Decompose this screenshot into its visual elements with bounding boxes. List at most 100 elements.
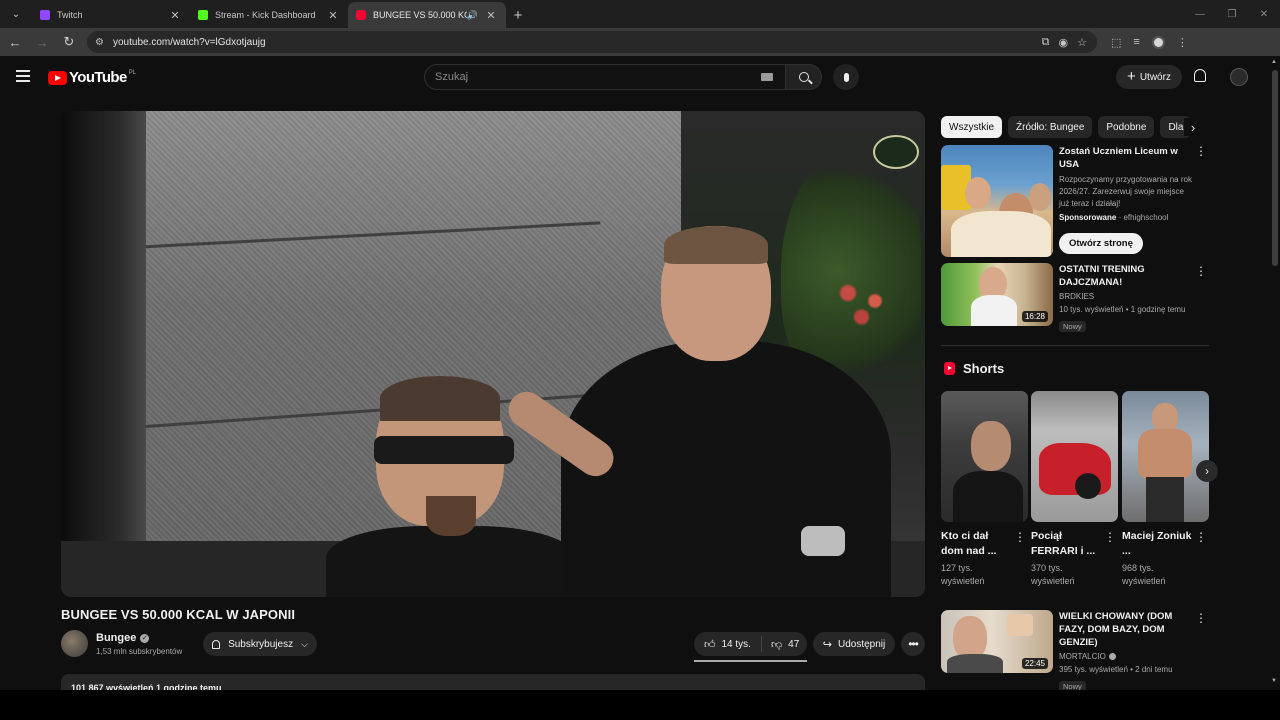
back-button[interactable]: ←: [3, 30, 27, 54]
video-title: BUNGEE VS 50.000 KCAL W JAPONII: [61, 607, 296, 622]
channel-name[interactable]: BRDKIES: [1059, 290, 1195, 303]
sponsored-ad[interactable]: Zostań Uczniem Liceum w USA Rozpoczynamy…: [941, 145, 1209, 257]
like-count: 14 tys.: [721, 638, 751, 650]
ad-description: Rozpoczynamy przygotowania na rok 2026/2…: [1059, 175, 1192, 208]
thumbs-down-icon: 👎︎: [770, 638, 783, 651]
short-views: 968 tys. wyświetleń: [1122, 563, 1166, 586]
channel-name-row[interactable]: Bungee ✓: [96, 632, 150, 644]
keyboard-icon[interactable]: [761, 73, 773, 81]
tab-twitch[interactable]: Twitch ✕: [32, 2, 190, 28]
scroll-up-icon[interactable]: ▲: [1271, 59, 1277, 65]
chevron-right-icon[interactable]: ›: [1196, 460, 1218, 482]
tab-youtube-video[interactable]: BUNGEE VS 50.000 KCAL W 🔊 ✕: [348, 2, 506, 28]
bookmark-star-icon[interactable]: ☆: [1077, 36, 1087, 49]
video-info: OSTATNI TRENING DAJCZMANA! BRDKIES 10 ty…: [1059, 263, 1195, 334]
short-item[interactable]: Pociął FERRARI i ... 370 tys. wyświetleń…: [1031, 391, 1118, 588]
verified-check-icon: ✓: [140, 633, 150, 643]
address-bar[interactable]: ⚙ youtube.com/watch?v=lGdxotjaujg ⧉ ◉ ☆: [87, 31, 1097, 53]
divider: [941, 345, 1209, 346]
reload-button[interactable]: ↻: [57, 30, 81, 54]
video-frame-person: [326, 376, 576, 597]
video-thumbnail[interactable]: 16:28: [941, 263, 1053, 326]
site-info-icon[interactable]: ⚙: [95, 37, 109, 48]
voice-search-button[interactable]: [833, 64, 859, 90]
scroll-down-icon[interactable]: ▼: [1271, 678, 1277, 684]
search-input[interactable]: Szukaj: [424, 64, 786, 90]
tab-search-dropdown[interactable]: ⌄: [4, 2, 28, 26]
create-button[interactable]: + Utwórz: [1116, 65, 1182, 89]
account-avatar[interactable]: [1230, 68, 1248, 86]
ad-menu-icon[interactable]: ⋮: [1195, 145, 1207, 157]
like-button[interactable]: 👍︎ 14 tys.: [694, 636, 762, 652]
open-page-button[interactable]: Otwórz stronę: [1059, 233, 1143, 254]
ad-thumbnail[interactable]: [941, 145, 1053, 257]
video-menu-icon[interactable]: ⋮: [1195, 612, 1207, 624]
video-duration: 16:28: [1021, 311, 1048, 322]
short-item[interactable]: Maciej Zoniuk ... 968 tys. wyświetleń ⋮: [1122, 391, 1209, 588]
tab-kick-dashboard[interactable]: Stream - Kick Dashboard ✕: [190, 2, 348, 28]
bell-icon: [212, 639, 221, 649]
recommended-video[interactable]: 16:28 OSTATNI TRENING DAJCZMANA! BRDKIES…: [941, 263, 1209, 332]
restore-icon[interactable]: ❐: [1216, 0, 1248, 28]
short-menu-icon[interactable]: ⋮: [1195, 531, 1207, 543]
profile-avatar-icon[interactable]: [1151, 35, 1165, 49]
channel-name[interactable]: Bungee: [96, 632, 136, 644]
advertiser-name: efhighschool: [1123, 213, 1169, 222]
short-thumbnail[interactable]: [941, 391, 1028, 522]
subscribed-button[interactable]: Subskrybujesz ⌵: [203, 632, 317, 656]
short-menu-icon[interactable]: ⋮: [1104, 531, 1116, 543]
video-menu-icon[interactable]: ⋮: [1195, 265, 1207, 277]
browser-menu-icon[interactable]: ⋮: [1177, 36, 1188, 49]
close-tab-icon[interactable]: ✕: [168, 9, 182, 22]
short-thumbnail[interactable]: [1122, 391, 1209, 522]
channel-avatar[interactable]: [61, 630, 88, 657]
video-player[interactable]: [61, 111, 925, 597]
extensions-puzzle-icon[interactable]: ⬚: [1111, 36, 1121, 49]
forward-button[interactable]: →: [30, 30, 54, 54]
url-text[interactable]: youtube.com/watch?v=lGdxotjaujg: [113, 37, 266, 48]
chip-related[interactable]: Podobne: [1098, 116, 1155, 138]
search-button[interactable]: [786, 64, 822, 90]
chip-all[interactable]: Wszystkie: [941, 116, 1002, 138]
close-tab-icon[interactable]: ✕: [326, 9, 340, 22]
dislike-count: 47: [788, 638, 800, 650]
install-app-icon[interactable]: ⧉: [1042, 36, 1050, 49]
youtube-logo[interactable]: YouTube PL: [48, 69, 136, 86]
recommended-video[interactable]: 22:45 WIELKI CHOWANY (DOM FAZY, DOM BAZY…: [941, 610, 1209, 692]
thumbs-up-icon: 👍︎: [704, 638, 716, 651]
hamburger-menu-icon[interactable]: [16, 70, 30, 85]
short-title: Pociął FERRARI i ...: [1031, 530, 1096, 557]
sponsored-label: Sponsorowane: [1059, 213, 1117, 222]
close-tab-icon[interactable]: ✕: [484, 9, 498, 22]
speaker-icon[interactable]: 🔊: [467, 10, 478, 21]
chevron-right-icon[interactable]: ›: [1184, 118, 1202, 136]
close-window-icon[interactable]: ✕: [1248, 0, 1280, 28]
notifications-bell-icon[interactable]: [1194, 69, 1206, 82]
shorts-logo-icon: [944, 362, 955, 375]
scrollbar-thumb[interactable]: [1272, 70, 1278, 266]
dislike-button[interactable]: 👎︎ 47: [762, 638, 799, 651]
short-thumbnail[interactable]: [1031, 391, 1118, 522]
video-duration: 22:45: [1021, 658, 1048, 669]
share-button[interactable]: ↪ Udostępnij: [813, 632, 895, 656]
filter-chips: Wszystkie Źródło: Bungee Podobne Dla: [941, 116, 1209, 138]
video-thumbnail[interactable]: 22:45: [941, 610, 1053, 673]
window-controls: — ❐ ✕: [1184, 0, 1280, 28]
channel-name[interactable]: MORTALCIO: [1059, 650, 1106, 663]
shorts-title: Shorts: [963, 361, 1005, 376]
ad-title: Zostań Uczniem Liceum w USA: [1059, 146, 1178, 170]
youtube-play-logo-icon: [48, 70, 67, 85]
like-dislike-group: 👍︎ 14 tys. 👎︎ 47: [694, 632, 807, 656]
video-frame-person: [501, 226, 921, 597]
more-actions-button[interactable]: •••: [901, 632, 925, 656]
short-menu-icon[interactable]: ⋮: [1014, 531, 1026, 543]
chip-source[interactable]: Źródło: Bungee: [1008, 116, 1093, 138]
short-item[interactable]: Kto ci dał dom nad ... 127 tys. wyświetl…: [941, 391, 1028, 588]
media-controls-icon[interactable]: ≡: [1133, 36, 1139, 48]
minimize-icon[interactable]: —: [1184, 0, 1216, 28]
page-scrollbar[interactable]: ▲ ▼: [1270, 56, 1280, 690]
tracking-eye-icon[interactable]: ◉: [1059, 36, 1069, 49]
video-meta: 395 tys. wyświetleń • 2 dni temu: [1059, 665, 1173, 674]
verified-check-icon: [1108, 653, 1116, 660]
new-tab-button[interactable]: +: [506, 3, 530, 27]
